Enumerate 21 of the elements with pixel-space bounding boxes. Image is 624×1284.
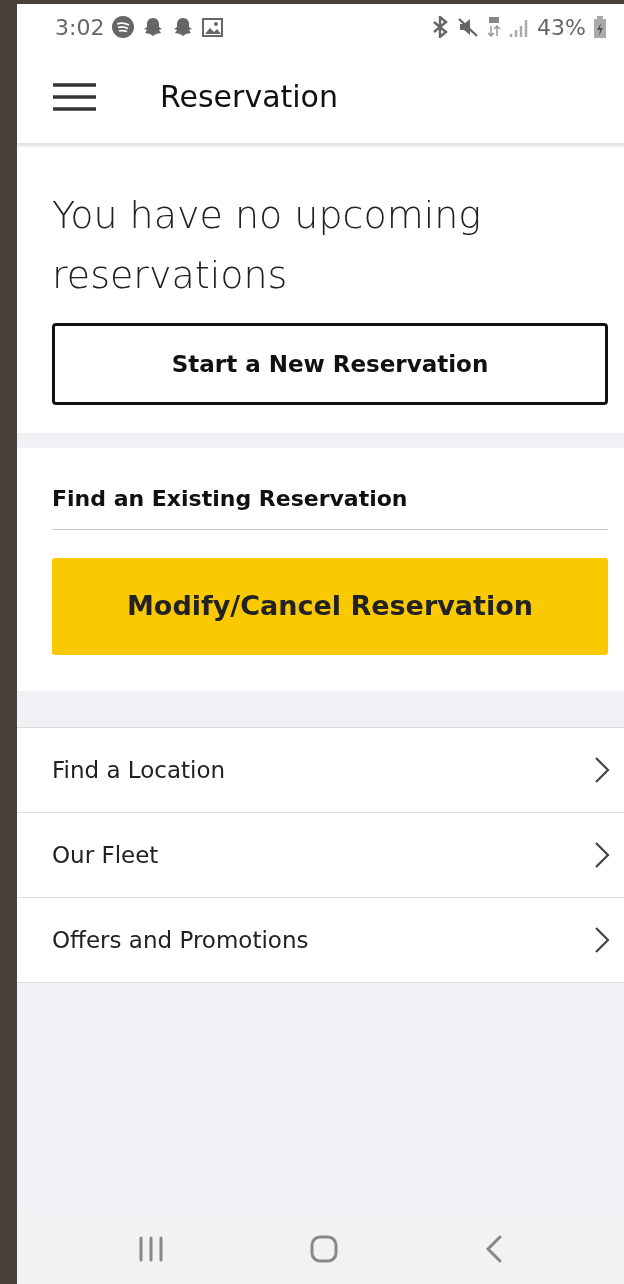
start-reservation-button[interactable]: Start a New Reservation bbox=[52, 323, 608, 405]
status-time: 3:02 bbox=[55, 13, 105, 42]
recent-apps-icon[interactable] bbox=[138, 1236, 165, 1262]
back-icon[interactable] bbox=[484, 1235, 503, 1263]
chevron-right-icon bbox=[594, 926, 610, 954]
image-icon bbox=[202, 17, 224, 37]
battery-percent: 43% bbox=[537, 13, 586, 42]
music-app-icon bbox=[112, 16, 135, 38]
bluetooth-icon bbox=[431, 16, 450, 38]
chevron-right-icon bbox=[594, 756, 610, 784]
mute-icon bbox=[457, 16, 480, 38]
screen-title: Reservation bbox=[160, 78, 338, 116]
home-icon[interactable] bbox=[310, 1235, 339, 1263]
data-arrows-icon bbox=[487, 16, 502, 38]
no-reservations-message: You have no upcoming reservations bbox=[52, 192, 483, 299]
section-heading: Find an Existing Reservation bbox=[52, 482, 608, 530]
chevron-right-icon bbox=[594, 841, 610, 869]
modify-cancel-button[interactable]: Modify/Cancel Reservation bbox=[52, 558, 608, 655]
menu-icon[interactable] bbox=[53, 82, 96, 111]
signal-icon bbox=[509, 17, 530, 37]
battery-icon bbox=[594, 16, 606, 38]
